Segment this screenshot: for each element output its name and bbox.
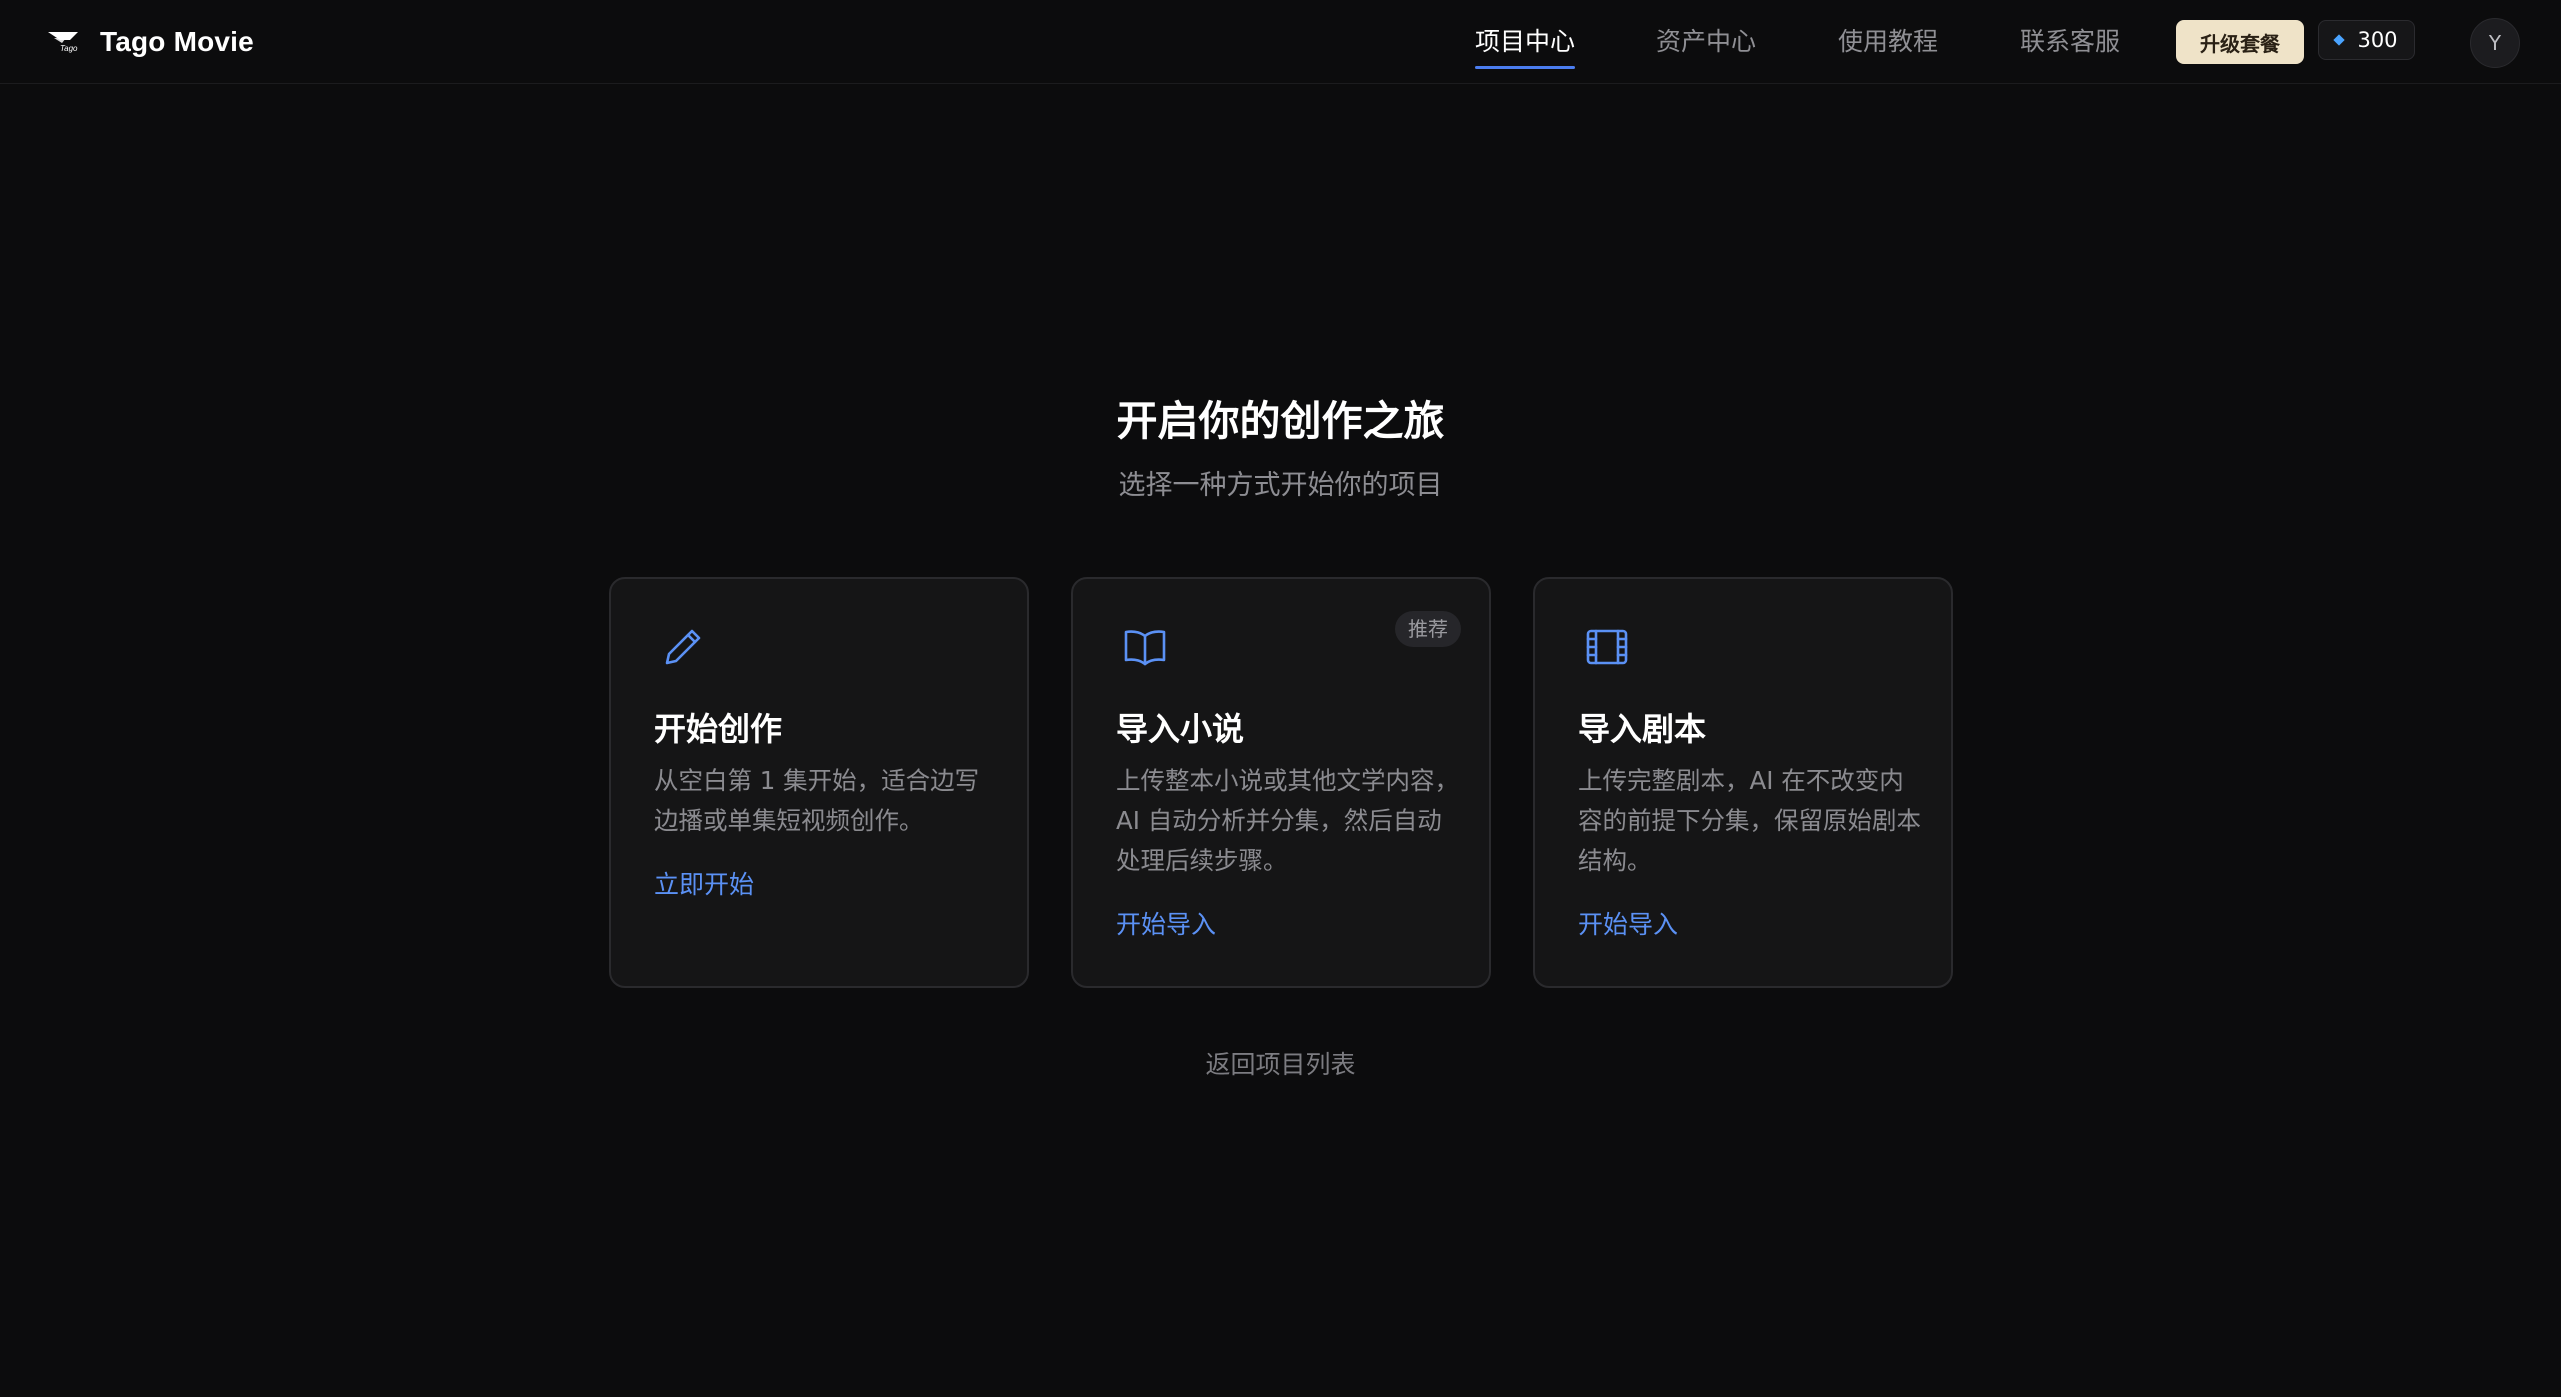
nav-item-assets[interactable]: 资产中心 <box>1656 24 1756 60</box>
import-novel-card[interactable]: 推荐 导入小说 上传整本小说或其他文学内容，AI 自动分析并分集，然后自动处理后… <box>1071 577 1491 988</box>
card-description: 从空白第 1 集开始，适合边写边播或单集短视频创作。 <box>654 766 980 835</box>
back-link-container: 返回项目列表 <box>0 1047 2561 1083</box>
nav-item-label: 使用教程 <box>1838 27 1939 56</box>
top-navigation-bar: Tago Tago Movie 项目中心 资产中心 使用教程 联系客服 升级套餐… <box>0 0 2561 84</box>
credits-balance[interactable]: 300 <box>2318 20 2415 60</box>
nav-item-projects[interactable]: 项目中心 <box>1475 24 1576 69</box>
credits-value: 300 <box>2357 28 2398 52</box>
tago-logo-icon: Tago <box>48 32 78 53</box>
logo-text: Tago <box>60 44 78 53</box>
nav-item-support[interactable]: 联系客服 <box>2020 24 2120 60</box>
card-title: 开始创作 <box>654 710 783 748</box>
back-to-projects-link[interactable]: 返回项目列表 <box>1205 1050 1355 1079</box>
start-creating-card[interactable]: 开始创作 从空白第 1 集开始，适合边写边播或单集短视频创作。 立即开始 <box>609 577 1029 988</box>
recommended-badge: 推荐 <box>1395 611 1461 647</box>
card-description: 上传完整剧本，AI 在不改变内容的前提下分集，保留原始剧本结构。 <box>1578 766 1921 875</box>
pencil-icon <box>665 629 701 665</box>
start-import-link[interactable]: 开始导入 <box>1578 907 1678 943</box>
nav-item-label: 联系客服 <box>2020 27 2121 56</box>
book-open-icon <box>1124 630 1166 666</box>
brand-name: Tago Movie <box>100 26 254 57</box>
nav-item-label: 资产中心 <box>1656 27 1757 56</box>
diamond-icon <box>2333 34 2346 46</box>
import-script-card[interactable]: 导入剧本 上传完整剧本，AI 在不改变内容的前提下分集，保留原始剧本结构。 开始… <box>1533 577 1953 988</box>
card-description: 上传整本小说或其他文学内容，AI 自动分析并分集，然后自动处理后续步骤。 <box>1116 766 1459 875</box>
upgrade-plan-button[interactable]: 升级套餐 <box>2176 20 2304 64</box>
brand[interactable]: Tago Tago Movie <box>46 22 254 62</box>
card-title: 导入小说 <box>1116 710 1245 748</box>
nav-item-label: 项目中心 <box>1475 27 1576 56</box>
start-now-link[interactable]: 立即开始 <box>654 867 754 903</box>
page-subtitle: 选择一种方式开始你的项目 <box>1118 470 1443 501</box>
film-icon <box>1586 629 1628 665</box>
active-tab-indicator <box>1475 66 1576 69</box>
nav-item-tutorials[interactable]: 使用教程 <box>1838 24 1938 60</box>
user-avatar[interactable]: Y <box>2470 18 2520 68</box>
card-title: 导入剧本 <box>1578 710 1707 748</box>
start-import-link[interactable]: 开始导入 <box>1116 907 1216 943</box>
page-title: 开启你的创作之旅 <box>1116 397 1445 445</box>
